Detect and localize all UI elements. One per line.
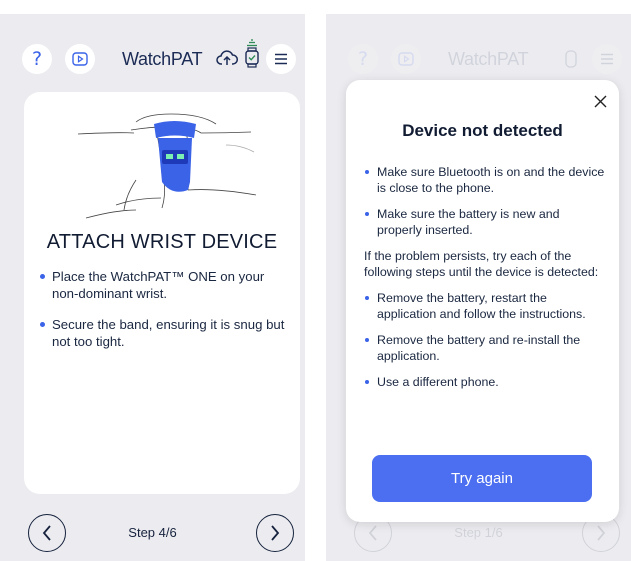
list-item: Make sure Bluetooth is on and the device… [364, 164, 607, 196]
list-item: Remove the battery, restart the applicat… [364, 290, 607, 322]
help-button[interactable]: ? [22, 44, 52, 74]
list-item: Secure the band, ensuring it is snug but… [38, 316, 288, 350]
top-bar: ? WatchPAT [326, 44, 631, 74]
list-item: Use a different phone. [364, 374, 607, 390]
list-item: Place the WatchPAT™ ONE on your non-domi… [38, 268, 288, 302]
dialog-body: Make sure Bluetooth is on and the device… [364, 164, 607, 400]
instruction-card: ATTACH WRIST DEVICE Place the WatchPAT™ … [24, 92, 300, 494]
card-title: ATTACH WRIST DEVICE [46, 231, 278, 253]
wrist-device-illustration [77, 113, 257, 219]
menu-icon [601, 53, 613, 65]
video-button[interactable] [65, 44, 95, 74]
help-button: ? [348, 44, 378, 74]
watch-icon [565, 50, 577, 68]
next-step-button[interactable] [256, 514, 294, 552]
chevron-right-icon [597, 525, 606, 541]
left-screen: ? WatchPAT ATTACH WRIST DEVICE Place the… [0, 14, 305, 561]
instruction-list: Place the WatchPAT™ ONE on your non-domi… [38, 268, 288, 364]
close-icon [594, 95, 606, 107]
menu-button [592, 44, 622, 74]
top-bar: ? WatchPAT [0, 39, 305, 74]
help-icon: ? [31, 48, 43, 70]
cloud-upload-icon[interactable] [216, 49, 238, 67]
chevron-right-icon [271, 525, 280, 541]
help-icon: ? [357, 48, 369, 70]
watch-icon[interactable] [244, 38, 260, 70]
video-icon [72, 52, 88, 66]
video-button [391, 44, 421, 74]
menu-icon [275, 53, 287, 65]
try-again-button[interactable]: Try again [372, 455, 592, 502]
brand-logo: WatchPAT [448, 49, 529, 69]
menu-button[interactable] [266, 44, 296, 74]
video-icon [398, 52, 414, 66]
dialog-paragraph: If the problem persists, try each of the… [364, 249, 599, 279]
dialog-title: Device not detected [402, 121, 563, 140]
step-navigation: Step 4/6 [0, 514, 305, 554]
list-item: Make sure the battery is new and properl… [364, 206, 607, 238]
brand-logo: WatchPAT [122, 49, 203, 69]
list-item: Remove the battery and re-install the ap… [364, 332, 607, 364]
close-button[interactable] [591, 92, 609, 110]
device-not-detected-dialog: Device not detected Make sure Bluetooth … [346, 80, 619, 522]
